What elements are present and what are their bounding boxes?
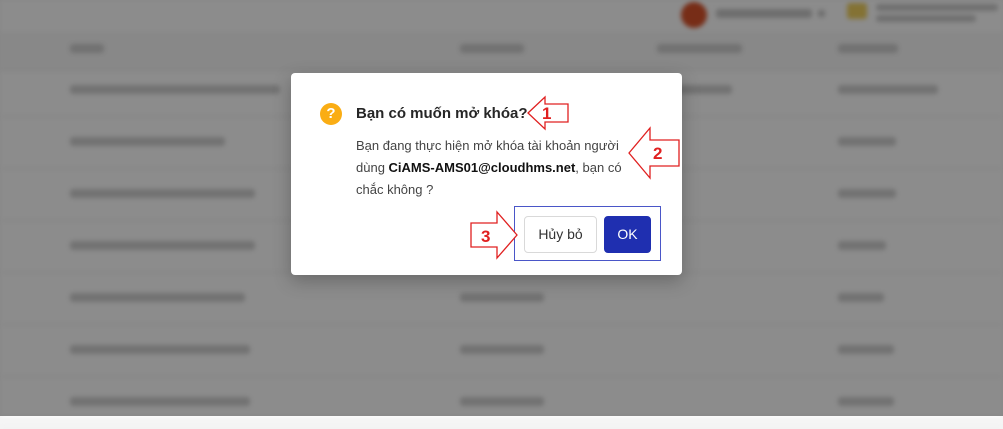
account-email: CiAMS-AMS01@cloudhms.net <box>388 160 576 175</box>
question-circle-icon: ? <box>320 103 342 125</box>
dialog-title: Bạn có muốn mở khóa? <box>356 105 528 122</box>
dialog-message: Bạn đang thực hiện mở khóa tài khoản ngư… <box>356 135 636 201</box>
arrow-marker-3-icon <box>470 210 518 260</box>
buttons-highlight-box <box>514 206 661 261</box>
marker-2-label: 2 <box>653 144 663 163</box>
marker-3-label: 3 <box>481 227 491 246</box>
marker-1-label: 1 <box>542 104 552 123</box>
